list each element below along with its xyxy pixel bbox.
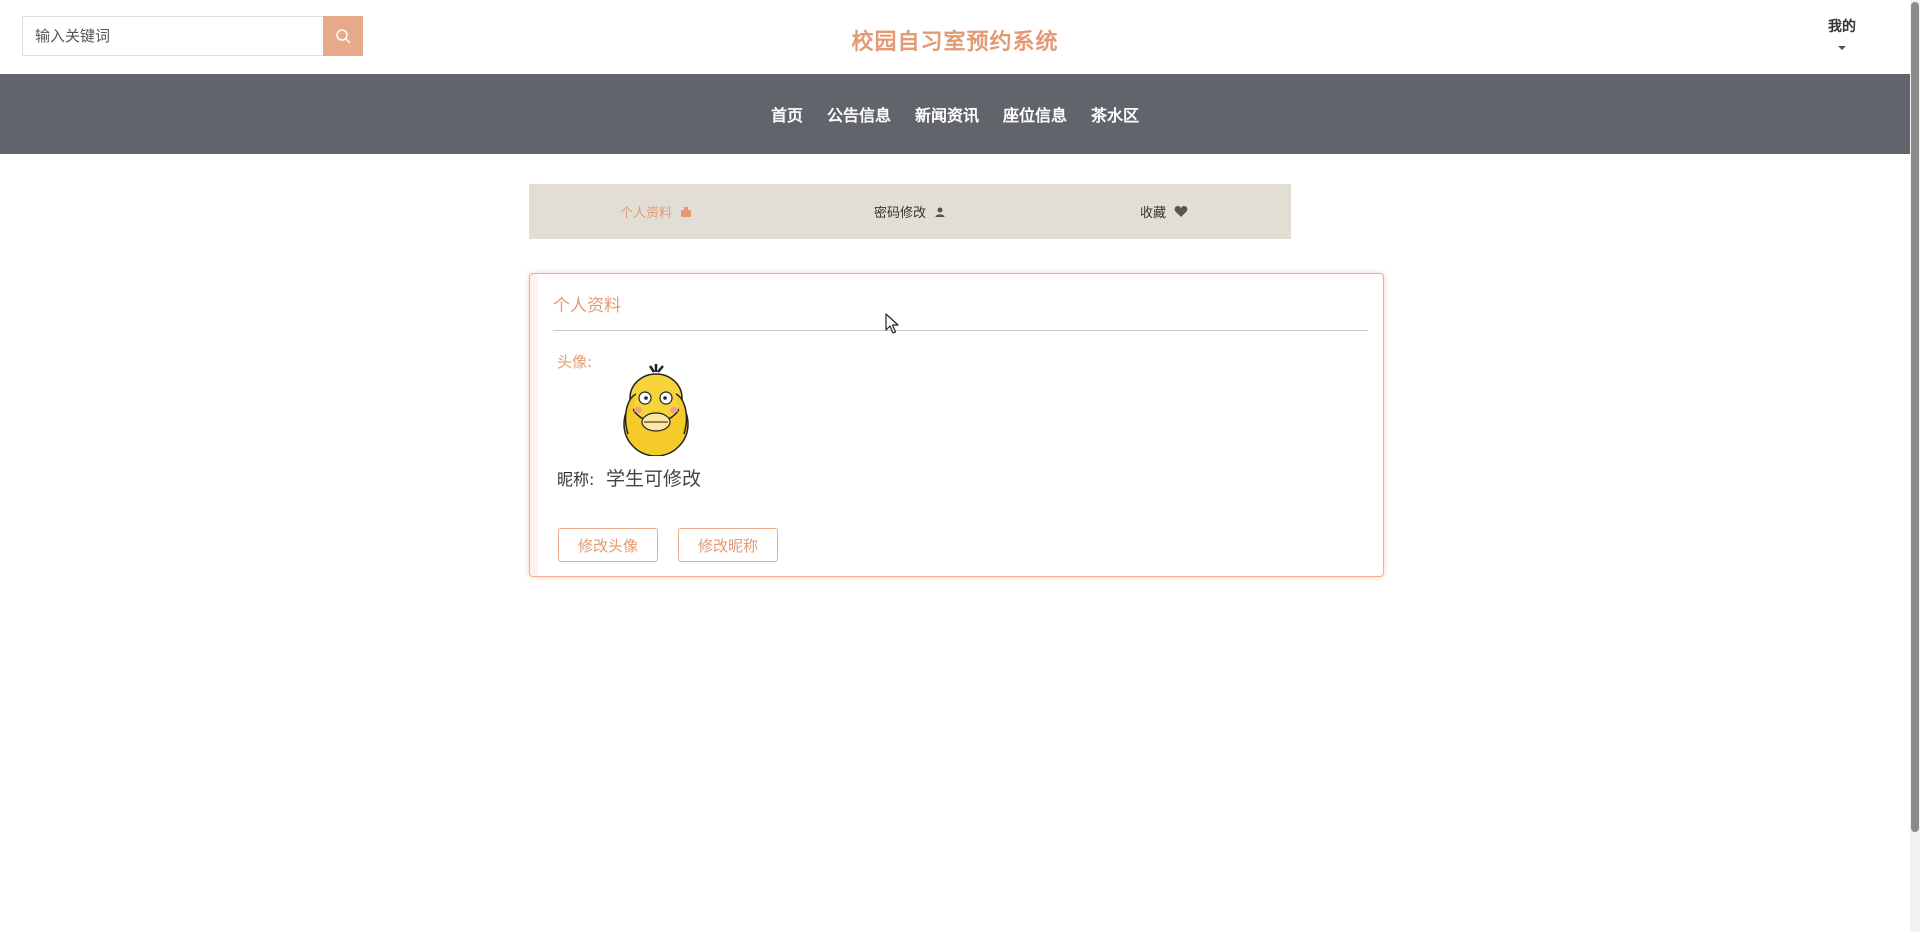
- page-scrollbar-thumb[interactable]: [1911, 2, 1919, 832]
- chevron-down-icon[interactable]: [1838, 46, 1846, 50]
- profile-panel: 个人资料 头像: 昵称: 学生可修改 修改头像 修改昵称: [529, 273, 1384, 577]
- my-account-label[interactable]: 我的: [1820, 16, 1864, 36]
- heart-icon: [1174, 206, 1188, 217]
- my-account-menu[interactable]: 我的: [1820, 16, 1864, 50]
- tab-favorites-label[interactable]: 收藏: [1140, 202, 1166, 221]
- nav-item-news[interactable]: 新闻资讯: [903, 102, 991, 126]
- change-nickname-button[interactable]: 修改昵称: [678, 528, 778, 562]
- panel-accent-strip: [530, 274, 538, 576]
- nickname-value: 学生可修改: [606, 468, 702, 490]
- site-title: 校园自习室预约系统: [851, 30, 1059, 55]
- main-nav: 首页 公告信息 新闻资讯 座位信息 茶水区: [0, 74, 1910, 154]
- mouse-cursor-icon: [885, 313, 899, 334]
- top-header: 校园自习室预约系统 我的: [0, 0, 1910, 74]
- nav-item-announcements[interactable]: 公告信息: [815, 102, 903, 126]
- tab-password-label[interactable]: 密码修改: [874, 202, 926, 221]
- user-icon: [935, 207, 945, 217]
- nav-item-home[interactable]: 首页: [759, 102, 815, 126]
- profile-icon: [681, 206, 691, 217]
- change-avatar-button[interactable]: 修改头像: [558, 528, 658, 562]
- tab-profile-label[interactable]: 个人资料: [620, 202, 672, 221]
- panel-title: 个人资料: [553, 296, 621, 316]
- avatar: [623, 364, 689, 456]
- avatar-label: 头像:: [557, 353, 593, 371]
- tab-password[interactable]: 密码修改: [783, 184, 1037, 239]
- nav-item-seats[interactable]: 座位信息: [991, 102, 1079, 126]
- profile-tabs: 个人资料 密码修改 收藏: [529, 184, 1291, 239]
- tab-profile[interactable]: 个人资料: [529, 184, 783, 239]
- nickname-label: 昵称:: [557, 470, 595, 489]
- tab-favorites[interactable]: 收藏: [1037, 184, 1291, 239]
- panel-divider: [553, 330, 1368, 331]
- nav-item-tea-area[interactable]: 茶水区: [1079, 102, 1151, 126]
